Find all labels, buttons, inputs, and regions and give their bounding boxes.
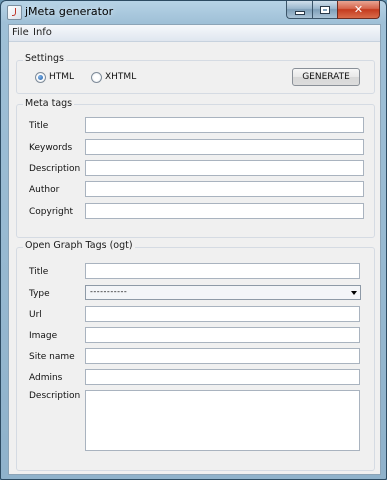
settings-title: Settings [23,53,66,64]
og-image-input[interactable] [85,327,360,343]
minimize-icon [294,10,305,15]
og-description-textarea[interactable] [85,390,360,451]
html-radio[interactable] [35,72,46,83]
meta-author-input[interactable] [85,181,364,197]
og-site-name-label: Site name [29,352,75,362]
menu-info[interactable]: Info [33,27,52,38]
window-controls: ✕ [286,1,380,19]
html-radio-label: HTML [49,72,75,82]
menu-file[interactable]: File [12,27,29,38]
og-admins-label: Admins [29,373,63,383]
og-image-label: Image [29,331,58,341]
app-window: jMeta generator ✕ File Info Settings HTM… [0,0,387,480]
og-site-name-input[interactable] [85,348,360,364]
meta-title-input[interactable] [85,117,364,133]
og-type-selected: ----------- [90,287,128,296]
og-url-label: Url [29,310,42,320]
title-bar[interactable]: jMeta generator ✕ [1,1,386,23]
og-type-label: Type [29,289,50,299]
og-title-label: Title [29,267,49,277]
java-app-icon[interactable] [7,5,22,20]
meta-copyright-label: Copyright [29,207,73,217]
close-button[interactable]: ✕ [337,1,380,19]
meta-description-input[interactable] [85,160,364,176]
og-admins-input[interactable] [85,369,360,385]
maximize-button[interactable] [312,1,337,19]
meta-tags-title: Meta tags [23,98,75,109]
window-title: jMeta generator [25,5,114,18]
og-title-input[interactable] [85,263,360,279]
menu-bar: File Info [9,25,380,42]
og-type-select[interactable]: ----------- [85,285,361,300]
meta-title-label: Title [29,121,49,131]
maximize-icon [320,5,330,14]
og-url-input[interactable] [85,306,360,322]
og-tags-title: Open Graph Tags (ogt) [23,240,135,251]
og-description-label: Description [29,391,81,401]
meta-keywords-input[interactable] [85,139,364,155]
close-icon: ✕ [353,3,364,16]
xhtml-radio[interactable] [91,72,102,83]
xhtml-radio-label: XHTML [105,72,137,82]
meta-description-label: Description [29,164,81,174]
meta-keywords-label: Keywords [29,143,73,153]
dropdown-arrow-icon [351,291,357,295]
generate-button[interactable]: GENERATE [292,68,360,86]
client-area: File Info Settings HTML XHTML GENERATE M… [8,24,381,475]
meta-copyright-input[interactable] [85,203,364,219]
minimize-button[interactable] [286,1,312,19]
meta-author-label: Author [29,185,60,195]
